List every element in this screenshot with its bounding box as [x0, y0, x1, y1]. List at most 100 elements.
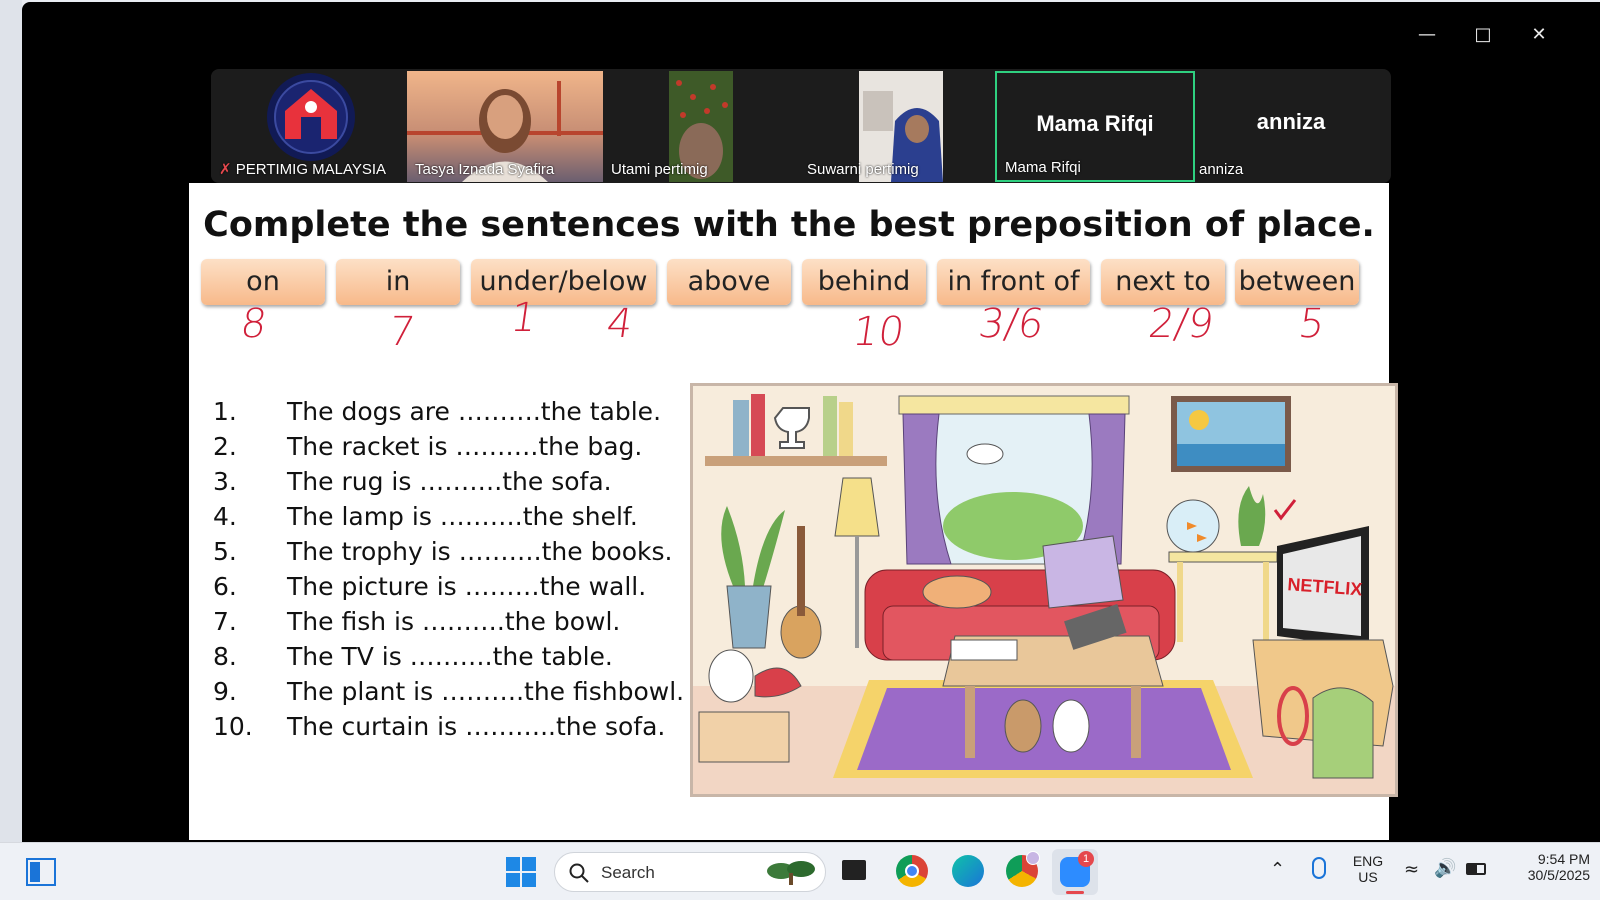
sentence-item: 6. The picture is ………the wall.: [213, 570, 646, 604]
preposition-chip: in front of: [937, 259, 1090, 305]
participant-tile-active-speaker[interactable]: Mama Rifqi Mama Rifqi: [995, 71, 1195, 182]
participant-name: anniza: [1199, 161, 1244, 178]
pizza-box: [950, 639, 1018, 661]
handwritten-answer: 5: [1295, 301, 1328, 347]
participant-big-name: anniza: [1256, 109, 1326, 134]
participant-name: ✗ PERTIMIG MALAYSIA: [219, 161, 387, 178]
sentence-text: The fish is ……….the bowl.: [287, 607, 621, 636]
preposition-chip: under/below: [471, 259, 656, 305]
trophy: [773, 407, 810, 449]
microphone-icon[interactable]: [1312, 857, 1326, 879]
start-windows-icon[interactable]: [506, 857, 536, 887]
participant-name: Tasya Iznada Syafira: [415, 161, 555, 178]
sentence-item: 10. The curtain is ………..the sofa.: [213, 710, 665, 744]
taskbar-search-box[interactable]: Search: [554, 852, 826, 892]
sentence-number: 5.: [213, 537, 237, 566]
participant-tile[interactable]: Tasya Iznada Syafira: [407, 71, 607, 182]
task-view-icon[interactable]: [842, 860, 866, 880]
participant-name: Suwarni pertimig: [807, 161, 919, 178]
bird: [966, 443, 1004, 465]
backpack: [1312, 687, 1374, 779]
clock[interactable]: 9:54 PM 30/5/2025: [1500, 851, 1590, 883]
sentence-item: 8. The TV is ……….the table.: [213, 640, 613, 674]
sentence-number: 7.: [213, 607, 237, 636]
sun: [1189, 410, 1209, 430]
living-room-illustration: NETFLIX: [690, 383, 1398, 797]
edge-icon[interactable]: [952, 855, 984, 887]
participant-name: Utami pertimig: [611, 161, 708, 178]
preposition-chip: above: [667, 259, 791, 305]
preposition-chip: on: [201, 259, 325, 305]
sentence-number: 6.: [213, 572, 237, 601]
input-language[interactable]: ENG US: [1348, 853, 1388, 885]
sentence-number: 4.: [213, 502, 237, 531]
preposition-chip: next to: [1101, 259, 1225, 305]
handwritten-answer: 10: [849, 309, 908, 355]
preposition-chip: between: [1235, 259, 1359, 305]
sentence-text: The racket is ……….the bag.: [287, 432, 643, 461]
sentence-number: 10.: [213, 712, 253, 741]
clock-date: 30/5/2025: [1527, 867, 1590, 883]
participant-tile[interactable]: Utami pertimig: [603, 71, 803, 182]
minimize-icon[interactable]: —: [1412, 20, 1442, 50]
sentence-text: The TV is ……….the table.: [287, 642, 613, 671]
sentence-text: The trophy is ……….the books.: [287, 537, 673, 566]
bonsai-search-highlight-icon: [767, 861, 815, 885]
search-icon: [569, 863, 589, 883]
dog: [1052, 699, 1090, 753]
sentence-item: 1. The dogs are ……….the table.: [213, 395, 661, 429]
wall-shelf: [705, 456, 887, 466]
sentence-text: The picture is ………the wall.: [287, 572, 647, 601]
participant-big-name: Mama Rifqi: [1036, 111, 1154, 136]
handwritten-answer: 2/9: [1145, 301, 1217, 347]
volume-icon[interactable]: 🔊: [1434, 858, 1456, 879]
cushion: [1042, 535, 1124, 609]
sentence-text: The plant is ……….the fishbowl.: [287, 677, 685, 706]
sentence-text: The dogs are ……….the table.: [287, 397, 662, 426]
chrome-icon[interactable]: [896, 855, 928, 887]
sentence-item: 7. The fish is ……….the bowl.: [213, 605, 620, 639]
wifi-icon[interactable]: ≈: [1404, 859, 1419, 880]
participant-tile[interactable]: ✗ PERTIMIG MALAYSIA: [211, 71, 411, 182]
sentence-text: The lamp is ……….the shelf.: [287, 502, 638, 531]
sentence-number: 8.: [213, 642, 237, 671]
handwritten-answer: 3/6: [975, 301, 1047, 347]
clock-time: 9:54 PM: [1537, 851, 1590, 867]
sentence-number: 2.: [213, 432, 237, 461]
sentence-number: 9.: [213, 677, 237, 706]
sentence-number: 3.: [213, 467, 237, 496]
cardboard-box: [698, 711, 790, 763]
dog: [1004, 699, 1042, 753]
participant-tile[interactable]: anniza anniza: [1191, 71, 1391, 182]
sentence-item: 4. The lamp is ……….the shelf.: [213, 500, 638, 534]
region-code: US: [1358, 869, 1378, 885]
chrome-profile-icon[interactable]: [1006, 851, 1040, 887]
sentence-item: 3. The rug is ……….the sofa.: [213, 465, 612, 499]
mic-muted-icon: ✗: [219, 161, 232, 178]
handwritten-answer: 1: [507, 295, 540, 341]
widgets-icon[interactable]: [26, 858, 56, 886]
sentence-number: 1.: [213, 397, 237, 426]
zoom-taskbar-button[interactable]: 1: [1052, 849, 1098, 895]
preposition-chip: in: [336, 259, 460, 305]
handwritten-answer: 4: [603, 301, 636, 347]
participant-name: Mama Rifqi: [1005, 159, 1081, 176]
windows-taskbar: Search 1 ⌃ ENG US ≈ 🔊 9:54 PM 30/5/2025: [0, 842, 1600, 900]
sentence-text: The rug is ……….the sofa.: [287, 467, 612, 496]
chevron-up-icon[interactable]: ⌃: [1270, 859, 1285, 880]
handwritten-answer: 7: [385, 309, 418, 355]
floor-lamp: [834, 477, 880, 537]
toy-rabbit: [708, 649, 754, 703]
sentence-item: 9. The plant is ……….the fishbowl.: [213, 675, 684, 709]
close-icon[interactable]: ✕: [1524, 20, 1554, 50]
maximize-icon[interactable]: □: [1468, 20, 1498, 50]
battery-icon[interactable]: [1466, 863, 1486, 875]
language-code: ENG: [1352, 853, 1384, 869]
sentence-text: The curtain is ………..the sofa.: [287, 712, 666, 741]
preposition-chip: behind: [802, 259, 926, 305]
notification-badge: 1: [1078, 851, 1094, 867]
participant-gallery: ✗ PERTIMIG MALAYSIA Tasya Iznada Syafira: [211, 69, 1391, 183]
sentence-item: 5. The trophy is ……….the books.: [213, 535, 672, 569]
sentence-item: 2. The racket is ……….the bag.: [213, 430, 642, 464]
participant-tile[interactable]: Suwarni pertimig: [799, 71, 999, 182]
